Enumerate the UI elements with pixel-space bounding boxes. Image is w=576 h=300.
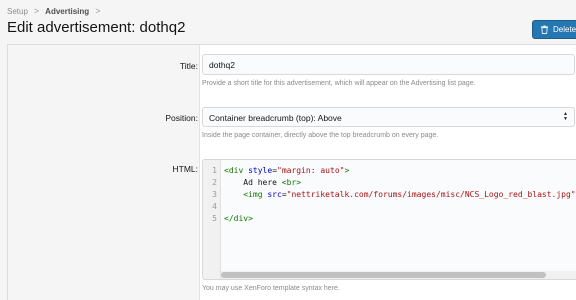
code-line: 5 </div> <box>203 212 576 224</box>
breadcrumb-item-setup[interactable]: Setup <box>7 7 28 16</box>
delete-button-label: Delete <box>553 25 576 34</box>
advertisement-form: Title: Provide a short title for this ad… <box>7 44 576 300</box>
scrollbar-thumb[interactable] <box>221 272 546 278</box>
position-select[interactable]: Container breadcrumb (top): Above ▲ ▼ <box>202 107 575 127</box>
html-code-editor[interactable]: 1 <div style="margin: auto"> 2 Ad here <… <box>202 159 576 280</box>
breadcrumb-separator: > <box>95 6 101 16</box>
breadcrumb-separator: > <box>33 6 40 16</box>
breadcrumb-item-advertising[interactable]: Advertising <box>45 7 89 16</box>
title-input[interactable] <box>202 54 575 75</box>
breadcrumb: Setup > Advertising > <box>7 6 100 16</box>
position-label: Position: <box>165 113 198 123</box>
page-title: Edit advertisement: dothq2 <box>7 19 186 36</box>
code-line-text: <img src="nettriketalk.com/forums/images… <box>224 189 576 199</box>
code-line: 3 <img src="nettriketalk.com/forums/imag… <box>203 188 576 200</box>
position-hint: Inside the page container, directly abov… <box>202 132 439 139</box>
code-line-text: </div> <box>224 213 253 223</box>
line-number: 1 <box>212 165 217 175</box>
trash-icon <box>540 25 549 34</box>
code-lines: 1 <div style="margin: auto"> 2 Ad here <… <box>203 164 576 224</box>
html-label: HTML: <box>172 164 199 174</box>
position-select-value: Container breadcrumb (top): Above <box>209 113 342 123</box>
title-hint: Provide a short title for this advertise… <box>202 80 476 87</box>
html-hint: You may use XenForo template syntax here… <box>202 285 340 292</box>
line-number: 3 <box>212 189 217 199</box>
code-line: 1 <div style="margin: auto"> <box>203 164 576 176</box>
code-line-text: <div style="margin: auto"> <box>224 165 350 175</box>
horizontal-scrollbar[interactable] <box>221 271 576 279</box>
code-line-text: Ad here <br> <box>224 177 302 187</box>
code-line: 2 Ad here <br> <box>203 176 576 188</box>
code-line: 4 <box>203 200 576 212</box>
line-number: 4 <box>212 201 217 211</box>
line-number: 5 <box>212 213 217 223</box>
line-number: 2 <box>212 177 217 187</box>
title-label: Title: <box>179 61 198 71</box>
select-arrows-icon: ▲ ▼ <box>563 111 568 122</box>
delete-button[interactable]: Delete <box>532 20 576 39</box>
